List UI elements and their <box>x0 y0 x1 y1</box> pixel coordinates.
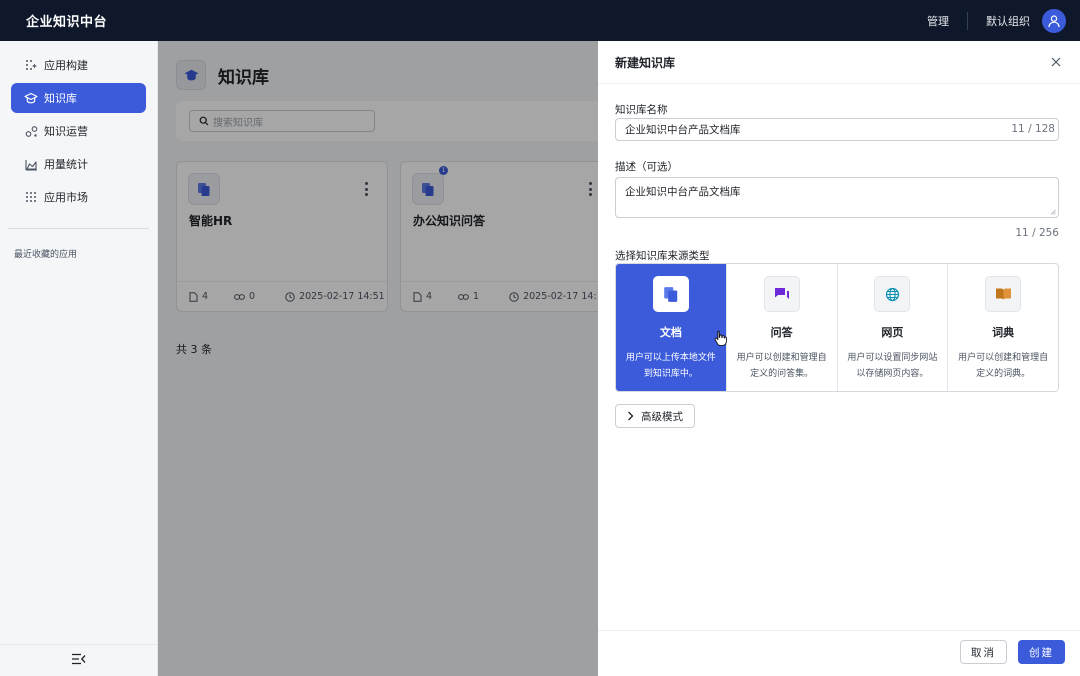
source-type-name: 网页 <box>881 326 904 339</box>
sidebar-collapse-bar <box>0 644 157 676</box>
drawer-footer: 取消 创建 <box>598 630 1080 676</box>
source-type-document[interactable]: 文档 用户可以上传本地文件到知识库中。 <box>616 264 727 391</box>
sidebar-item-knowledge-base[interactable]: 知识库 <box>11 83 146 113</box>
sidebar: 应用构建 知识库 知识运营 用量统计 应用市场 最近收藏的应用 <box>0 41 158 676</box>
advanced-mode-toggle[interactable]: 高级模式 <box>615 404 695 428</box>
hand-cursor-icon <box>714 330 727 346</box>
source-type-desc: 用户可以创建和管理自定义的词典。 <box>958 353 1049 379</box>
user-icon <box>1048 14 1060 27</box>
sidebar-item-label: 知识运营 <box>44 125 88 138</box>
manage-link[interactable]: 管理 <box>927 13 949 29</box>
book-icon <box>985 276 1022 312</box>
source-type-desc: 用户可以上传本地文件到知识库中。 <box>625 353 716 379</box>
source-type-webpage[interactable]: 网页 用户可以设置同步网站以存储网页内容。 <box>838 264 949 391</box>
sidebar-nav: 应用构建 知识库 知识运营 用量统计 应用市场 <box>0 41 157 212</box>
name-input[interactable]: 企业知识中台产品文档库 <box>615 118 1059 141</box>
new-knowledge-base-drawer: 新建知识库 知识库名称 企业知识中台产品文档库 11 / 128 描述（可选） … <box>598 41 1080 676</box>
sidebar-item-app-market[interactable]: 应用市场 <box>11 182 146 212</box>
source-type-dictionary[interactable]: 词典 用户可以创建和管理自定义的词典。 <box>948 264 1058 391</box>
top-bar: 企业知识中台 管理 默认组织 <box>0 0 1080 41</box>
org-switcher[interactable]: 默认组织 <box>986 13 1030 29</box>
top-right-actions: 管理 默认组织 <box>927 0 1066 41</box>
advanced-mode-label: 高级模式 <box>641 410 683 423</box>
source-type-label: 选择知识库来源类型 <box>615 250 710 262</box>
create-button[interactable]: 创建 <box>1018 640 1065 664</box>
chart-area-icon <box>24 157 38 171</box>
menu-collapse-icon[interactable] <box>71 653 86 668</box>
description-value: 企业知识中台产品文档库 <box>625 186 741 198</box>
sidebar-item-knowledge-ops[interactable]: 知识运营 <box>11 116 146 146</box>
drawer-title: 新建知识库 <box>615 55 676 70</box>
sidebar-divider <box>8 228 149 229</box>
source-type-name: 文档 <box>659 326 682 339</box>
source-type-desc: 用户可以设置同步网站以存储网页内容。 <box>847 353 938 379</box>
source-type-name: 词典 <box>992 326 1015 339</box>
sparkle-grid-icon <box>24 58 38 72</box>
sidebar-item-app-build[interactable]: 应用构建 <box>11 50 146 80</box>
resize-handle-icon[interactable] <box>1050 209 1056 215</box>
source-type-desc: 用户可以创建和管理自定义的问答集。 <box>736 353 827 379</box>
description-char-counter: 11 / 256 <box>1015 227 1059 239</box>
name-label: 知识库名称 <box>615 104 668 116</box>
description-label: 描述（可选） <box>615 161 678 173</box>
chevron-right-icon <box>628 411 634 421</box>
sidebar-item-label: 应用构建 <box>44 59 88 72</box>
globe-icon <box>874 276 911 312</box>
sidebar-item-label: 用量统计 <box>44 158 88 171</box>
name-input-value: 企业知识中台产品文档库 <box>625 124 741 136</box>
sidebar-item-label: 知识库 <box>44 92 77 105</box>
top-divider <box>967 11 968 30</box>
cancel-button[interactable]: 取消 <box>960 640 1007 664</box>
close-icon[interactable] <box>1049 55 1063 69</box>
sidebar-item-usage-stats[interactable]: 用量统计 <box>11 149 146 179</box>
grid-dots-icon <box>24 190 38 204</box>
main-content: 知识库 搜索知识库 智能HR 4 0 2025-02-17 14:51 1 办公… <box>158 41 616 676</box>
recent-favorites-title: 最近收藏的应用 <box>14 250 78 260</box>
modal-overlay[interactable] <box>158 41 598 676</box>
document-icon <box>652 276 689 312</box>
description-textarea[interactable]: 企业知识中台产品文档库 <box>615 177 1059 218</box>
source-type-options: 文档 用户可以上传本地文件到知识库中。 问答 用户可以创建和管理自定义的问答集。… <box>615 263 1059 392</box>
graduation-cap-icon <box>24 91 38 105</box>
drawer-header: 新建知识库 <box>598 41 1080 84</box>
source-type-name: 问答 <box>770 326 793 339</box>
sidebar-item-label: 应用市场 <box>44 191 88 204</box>
name-char-counter: 11 / 128 <box>1011 123 1055 135</box>
chat-bubbles-icon <box>763 276 800 312</box>
source-type-qa[interactable]: 问答 用户可以创建和管理自定义的问答集。 <box>727 264 838 391</box>
app-title: 企业知识中台 <box>26 15 108 30</box>
user-avatar[interactable] <box>1042 8 1066 33</box>
nodes-icon <box>24 124 38 138</box>
